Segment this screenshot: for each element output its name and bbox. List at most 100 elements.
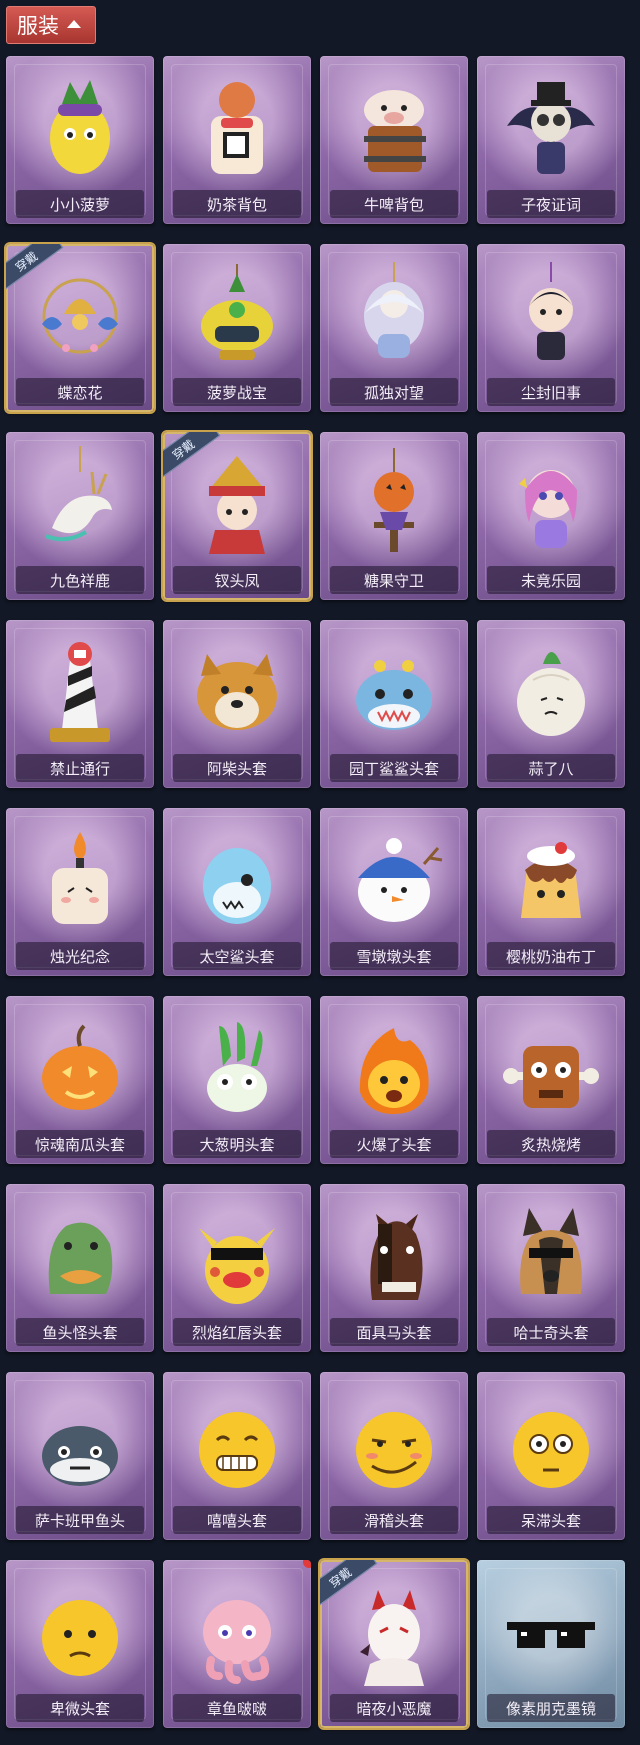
costume-item-card[interactable]: 奶茶背包	[163, 56, 311, 224]
costume-item-label: 哈士奇头套	[487, 1318, 615, 1346]
pumpkin-scarecrow-icon	[320, 432, 468, 570]
costume-item-label: 像素朋克墨镜	[487, 1694, 615, 1722]
costume-item-card[interactable]: 面具马头套	[320, 1184, 468, 1352]
costume-item-label: 尘封旧事	[487, 378, 615, 406]
costume-item-label: 小小菠萝	[16, 190, 144, 218]
costume-item-label: 萨卡班甲鱼头	[16, 1506, 144, 1534]
costume-item-card[interactable]: 章鱼啵啵	[163, 1560, 311, 1728]
costume-item-card[interactable]: 滑稽头套	[320, 1372, 468, 1540]
costume-item-card[interactable]: 萨卡班甲鱼头	[6, 1372, 154, 1540]
cow-beer-backpack-icon	[320, 56, 468, 194]
deer-charm-icon	[6, 432, 154, 570]
horse-mask-head-icon	[320, 1184, 468, 1322]
costume-item-label: 蒜了八	[487, 754, 615, 782]
traffic-cone-icon	[6, 620, 154, 758]
costume-item-label: 阿柴头套	[173, 754, 301, 782]
costume-item-label: 炙热烧烤	[487, 1130, 615, 1158]
costume-item-card[interactable]: 菠萝战宝	[163, 244, 311, 412]
armored-fish-head-icon	[6, 1372, 154, 1510]
bbq-meat-head-icon	[477, 996, 625, 1134]
costume-item-card[interactable]: 尘封旧事	[477, 244, 625, 412]
husky-head-icon	[477, 1184, 625, 1322]
costume-item-card[interactable]: 炙热烧烤	[477, 996, 625, 1164]
costume-tab-label: 服装	[17, 14, 59, 38]
costume-item-label: 菠萝战宝	[173, 378, 301, 406]
garlic-head-icon	[477, 620, 625, 758]
costume-item-card[interactable]: 樱桃奶油布丁	[477, 808, 625, 976]
costume-item-card[interactable]: 未竟乐园	[477, 432, 625, 600]
costume-item-label: 暗夜小恶魔	[330, 1694, 458, 1722]
chevron-up-icon	[67, 20, 81, 28]
lonely-gaze-charm-icon	[320, 244, 468, 382]
costume-item-label: 章鱼啵啵	[173, 1694, 301, 1722]
smirk-emoji-head-icon	[320, 1372, 468, 1510]
header: 服装	[6, 6, 96, 46]
costume-item-label: 烈焰红唇头套	[173, 1318, 301, 1346]
costume-item-card[interactable]: 暗夜小恶魔 穿戴	[320, 1560, 468, 1728]
costume-item-label: 大葱明头套	[173, 1130, 301, 1158]
dazed-emoji-head-icon	[477, 1372, 625, 1510]
costume-item-card[interactable]: 孤独对望	[320, 244, 468, 412]
costume-item-card[interactable]: 钗头凤 穿戴	[163, 432, 311, 600]
fire-head-icon	[320, 996, 468, 1134]
fish-monster-head-icon	[6, 1184, 154, 1322]
pixel-sunglasses-icon	[477, 1560, 625, 1698]
costume-item-label: 孤独对望	[330, 378, 458, 406]
costume-item-label: 蝶恋花	[16, 378, 144, 406]
costume-item-card[interactable]: 哈士奇头套	[477, 1184, 625, 1352]
costume-item-card[interactable]: 雪墩墩头套	[320, 808, 468, 976]
scallion-head-icon	[163, 996, 311, 1134]
costume-item-card[interactable]: 惊魂南瓜头套	[6, 996, 154, 1164]
costume-item-card[interactable]: 火爆了头套	[320, 996, 468, 1164]
humble-emoji-head-icon	[6, 1560, 154, 1698]
costume-item-label: 樱桃奶油布丁	[487, 942, 615, 970]
costume-item-card[interactable]: 禁止通行	[6, 620, 154, 788]
space-shark-head-icon	[163, 808, 311, 946]
costume-item-card[interactable]: 子夜证词	[477, 56, 625, 224]
costume-item-card[interactable]: 太空鲨头套	[163, 808, 311, 976]
pudding-head-icon	[477, 808, 625, 946]
costume-item-card[interactable]: 蒜了八	[477, 620, 625, 788]
costume-item-card[interactable]: 阿柴头套	[163, 620, 311, 788]
snowman-head-icon	[320, 808, 468, 946]
pink-girl-charm-icon	[477, 432, 625, 570]
costume-item-label: 嘻嘻头套	[173, 1506, 301, 1534]
costume-item-card[interactable]: 烈焰红唇头套	[163, 1184, 311, 1352]
costume-item-label: 火爆了头套	[330, 1130, 458, 1158]
costume-item-label: 子夜证词	[487, 190, 615, 218]
costume-item-label: 钗头凤	[173, 566, 301, 594]
costume-item-card[interactable]: 像素朋克墨镜	[477, 1560, 625, 1728]
pumpkin-head-icon	[6, 996, 154, 1134]
shiba-head-icon	[163, 620, 311, 758]
pineapple-figure-icon	[6, 56, 154, 194]
costume-item-card[interactable]: 糖果守卫	[320, 432, 468, 600]
costume-item-label: 卑微头套	[16, 1694, 144, 1722]
costume-item-label: 滑稽头套	[330, 1506, 458, 1534]
costume-item-card[interactable]: 卑微头套	[6, 1560, 154, 1728]
costume-item-label: 烛光纪念	[16, 942, 144, 970]
costume-item-card[interactable]: 九色祥鹿	[6, 432, 154, 600]
costume-item-card[interactable]: 牛啤背包	[320, 56, 468, 224]
costume-item-card[interactable]: 鱼头怪头套	[6, 1184, 154, 1352]
grin-emoji-head-icon	[163, 1372, 311, 1510]
costume-item-card[interactable]: 嘻嘻头套	[163, 1372, 311, 1540]
costume-item-label: 九色祥鹿	[16, 566, 144, 594]
costume-item-card[interactable]: 呆滞头套	[477, 1372, 625, 1540]
costume-item-label: 鱼头怪头套	[16, 1318, 144, 1346]
costume-item-card[interactable]: 大葱明头套	[163, 996, 311, 1164]
costume-item-label: 呆滞头套	[487, 1506, 615, 1534]
costume-item-label: 奶茶背包	[173, 190, 301, 218]
costume-item-card[interactable]: 蝶恋花 穿戴	[6, 244, 154, 412]
costume-item-label: 未竟乐园	[487, 566, 615, 594]
costume-tab[interactable]: 服装	[6, 6, 96, 44]
costume-item-label: 惊魂南瓜头套	[16, 1130, 144, 1158]
costume-item-card[interactable]: 园丁鲨鲨头套	[320, 620, 468, 788]
costume-item-card[interactable]: 小小菠萝	[6, 56, 154, 224]
costume-item-card[interactable]: 烛光纪念	[6, 808, 154, 976]
costume-item-label: 雪墩墩头套	[330, 942, 458, 970]
milk-tea-backpack-icon	[163, 56, 311, 194]
red-lips-head-icon	[163, 1184, 311, 1322]
octopus-head-icon	[163, 1560, 311, 1698]
midnight-owl-icon	[477, 56, 625, 194]
costume-item-label: 禁止通行	[16, 754, 144, 782]
